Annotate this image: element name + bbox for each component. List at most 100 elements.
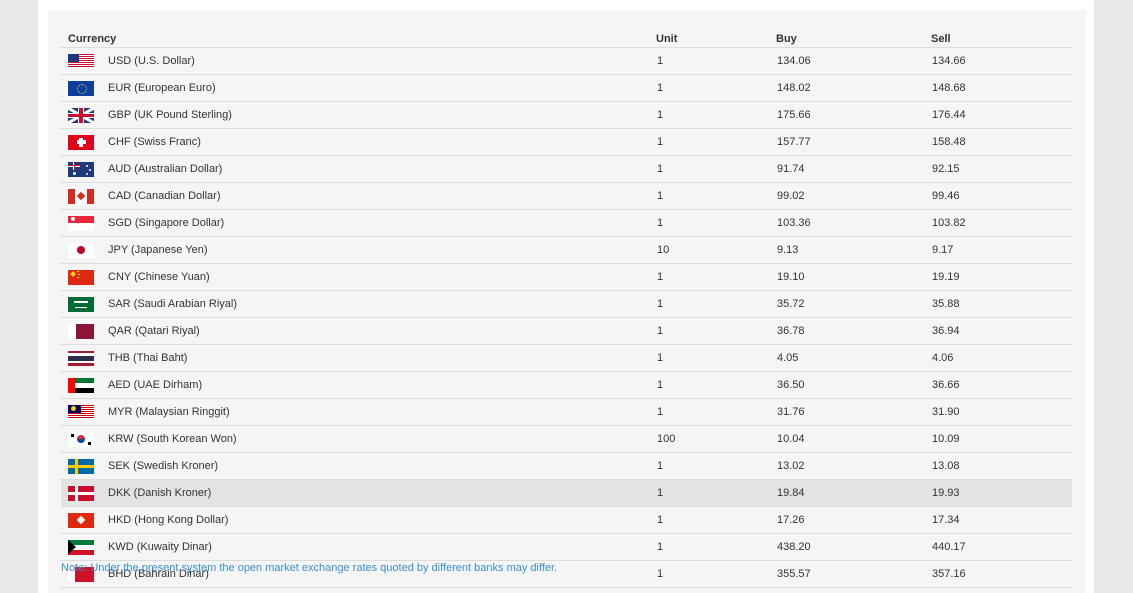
japan-flag-icon [68,242,94,258]
buy-rate-cell: 13.02 [776,452,931,480]
unit-cell: 10 [656,236,776,264]
buy-rate-cell: 175.66 [776,101,931,129]
table-row: CNY (Chinese Yuan) 1 19.10 19.19 [61,263,1072,291]
currency-name: HKD (Hong Kong Dollar) [108,514,229,526]
sell-rate-cell: 176.44 [931,101,1072,129]
currency-name: AED (UAE Dirham) [108,379,203,391]
table-row: USD (U.S. Dollar) 1 134.06 134.66 [61,47,1072,75]
canada-flag-icon [68,188,94,204]
buy-rate-cell: 35.72 [776,290,931,318]
buy-rate-cell: 36.50 [776,371,931,399]
currency-name: JPY (Japanese Yen) [108,244,208,256]
sell-rate-cell: 158.48 [931,128,1072,156]
unit-cell: 1 [656,128,776,156]
buy-rate-cell: 148.02 [776,74,931,102]
currency-cell: THB (Thai Baht) [61,344,656,372]
currency-name: CAD (Canadian Dollar) [108,190,221,202]
table-row: THB (Thai Baht) 1 4.05 4.06 [61,344,1072,372]
table-row: EUR (European Euro) 1 148.02 148.68 [61,74,1072,102]
header-unit: Unit [656,30,776,48]
exchange-rate-table: Currency Unit Buy Sell USD (U.S. Dollar)… [61,30,1072,588]
thailand-flag-icon [68,350,94,366]
saudi-arabia-flag-icon [68,296,94,312]
sell-rate-cell: 13.08 [931,452,1072,480]
sell-rate-cell: 36.66 [931,371,1072,399]
buy-rate-cell: 157.77 [776,128,931,156]
qatar-flag-icon [68,323,94,339]
currency-cell: CNY (Chinese Yuan) [61,263,656,291]
unit-cell: 1 [656,182,776,210]
currency-name: QAR (Qatari Riyal) [108,325,200,337]
table-row: KWD (Kuwaity Dinar) 1 438.20 440.17 [61,533,1072,561]
sell-rate-cell: 4.06 [931,344,1072,372]
sell-rate-cell: 9.17 [931,236,1072,264]
unit-cell: 1 [656,371,776,399]
unit-cell: 1 [656,506,776,534]
currency-cell: GBP (UK Pound Sterling) [61,101,656,129]
currency-name: KWD (Kuwaity Dinar) [108,541,212,553]
sell-rate-cell: 357.16 [931,560,1072,588]
unit-cell: 1 [656,317,776,345]
unit-cell: 1 [656,398,776,426]
buy-rate-cell: 36.78 [776,317,931,345]
header-sell: Sell [931,30,1072,48]
buy-rate-cell: 19.10 [776,263,931,291]
table-row: DKK (Danish Kroner) 1 19.84 19.93 [61,479,1072,507]
table-row: SEK (Swedish Kroner) 1 13.02 13.08 [61,452,1072,480]
sell-rate-cell: 440.17 [931,533,1072,561]
currency-name: DKK (Danish Kroner) [108,487,212,499]
sell-rate-cell: 99.46 [931,182,1072,210]
unit-cell: 1 [656,290,776,318]
unit-cell: 1 [656,263,776,291]
unit-cell: 1 [656,155,776,183]
buy-rate-cell: 355.57 [776,560,931,588]
table-row: JPY (Japanese Yen) 10 9.13 9.17 [61,236,1072,264]
uae-flag-icon [68,377,94,393]
currency-name: MYR (Malaysian Ringgit) [108,406,230,418]
us-flag-icon [68,53,94,69]
unit-cell: 1 [656,452,776,480]
currency-cell: SEK (Swedish Kroner) [61,452,656,480]
sell-rate-cell: 10.09 [931,425,1072,453]
currency-cell: DKK (Danish Kroner) [61,479,656,507]
currency-cell: MYR (Malaysian Ringgit) [61,398,656,426]
sell-rate-cell: 36.94 [931,317,1072,345]
buy-rate-cell: 19.84 [776,479,931,507]
sweden-flag-icon [68,458,94,474]
sell-rate-cell: 134.66 [931,47,1072,75]
unit-cell: 1 [656,209,776,237]
denmark-flag-icon [68,485,94,501]
table-row: SGD (Singapore Dollar) 1 103.36 103.82 [61,209,1072,237]
table-row: MYR (Malaysian Ringgit) 1 31.76 31.90 [61,398,1072,426]
currency-cell: KRW (South Korean Won) [61,425,656,453]
currency-name: CHF (Swiss Franc) [108,136,201,148]
unit-cell: 1 [656,479,776,507]
table-row: CAD (Canadian Dollar) 1 99.02 99.46 [61,182,1072,210]
china-flag-icon [68,269,94,285]
currency-name: KRW (South Korean Won) [108,433,237,445]
table-row: HKD (Hong Kong Dollar) 1 17.26 17.34 [61,506,1072,534]
currency-cell: USD (U.S. Dollar) [61,47,656,75]
singapore-flag-icon [68,215,94,231]
currency-name: AUD (Australian Dollar) [108,163,223,175]
buy-rate-cell: 99.02 [776,182,931,210]
unit-cell: 1 [656,560,776,588]
unit-cell: 1 [656,74,776,102]
currency-name: CNY (Chinese Yuan) [108,271,210,283]
currency-name: GBP (UK Pound Sterling) [108,109,232,121]
sell-rate-cell: 92.15 [931,155,1072,183]
currency-cell: SAR (Saudi Arabian Riyal) [61,290,656,318]
currency-name: THB (Thai Baht) [108,352,188,364]
currency-name: SGD (Singapore Dollar) [108,217,225,229]
buy-rate-cell: 31.76 [776,398,931,426]
unit-cell: 1 [656,101,776,129]
buy-rate-cell: 103.36 [776,209,931,237]
currency-cell: AED (UAE Dirham) [61,371,656,399]
table-row: QAR (Qatari Riyal) 1 36.78 36.94 [61,317,1072,345]
currency-cell: AUD (Australian Dollar) [61,155,656,183]
sell-rate-cell: 35.88 [931,290,1072,318]
currency-cell: KWD (Kuwaity Dinar) [61,533,656,561]
buy-rate-cell: 91.74 [776,155,931,183]
buy-rate-cell: 9.13 [776,236,931,264]
sell-rate-cell: 19.93 [931,479,1072,507]
